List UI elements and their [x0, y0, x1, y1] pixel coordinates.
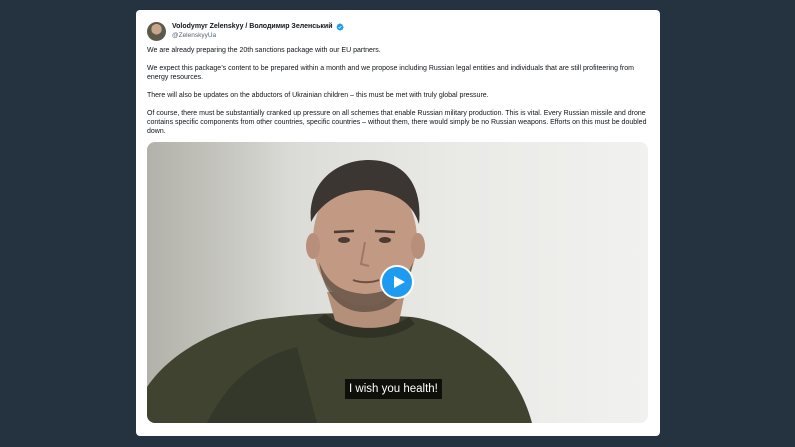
avatar[interactable]	[147, 21, 166, 41]
tweet-paragraph-4: Of course, there must be substantially c…	[147, 110, 647, 135]
name-row: Volodymyr Zelenskyy / Володимир Зеленськ…	[172, 22, 344, 31]
tweet-paragraph-1: We are already preparing the 20th sancti…	[147, 47, 381, 54]
author-display-name[interactable]: Volodymyr Zelenskyy / Володимир Зеленськ…	[172, 22, 333, 31]
tweet-header: Volodymyr Zelenskyy / Володимир Зеленськ…	[147, 19, 344, 43]
author-block: Volodymyr Zelenskyy / Володимир Зеленськ…	[172, 22, 344, 40]
tweet-text: We are already preparing the 20th sancti…	[147, 46, 652, 145]
tweet-paragraph-3: There will also be updates on the abduct…	[147, 92, 489, 99]
tweet-paragraph-2: We expect this package’s content to be p…	[147, 65, 634, 81]
video-subtitle: I wish you health!	[345, 379, 442, 399]
video-player[interactable]: I wish you health!	[147, 142, 648, 423]
tweet-card: Volodymyr Zelenskyy / Володимир Зеленськ…	[136, 10, 660, 436]
play-button[interactable]	[380, 265, 414, 299]
verified-badge-icon	[336, 22, 344, 31]
author-handle[interactable]: @ZelenskyyUa	[172, 31, 344, 40]
play-icon	[394, 276, 405, 288]
